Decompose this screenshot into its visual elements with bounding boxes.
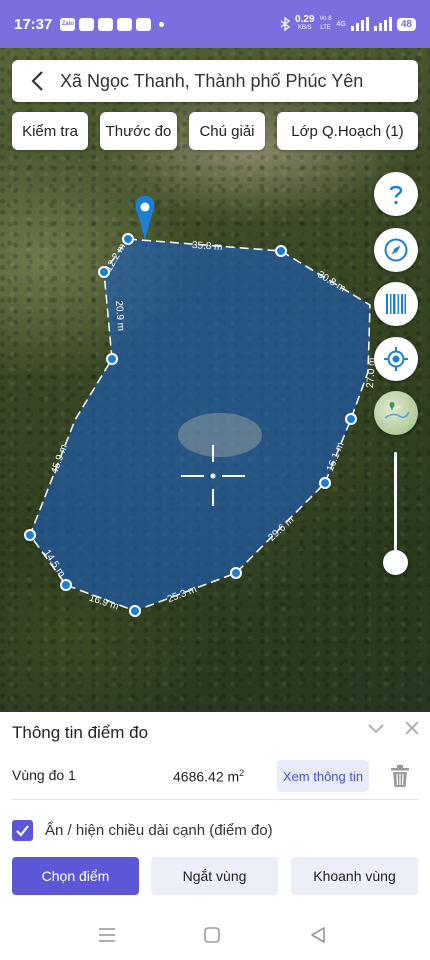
- status-time: 17:37: [14, 15, 53, 33]
- zalo-icon: Zalo: [60, 17, 76, 31]
- map-layer-button[interactable]: [374, 391, 418, 435]
- vertex-point[interactable]: [60, 579, 72, 591]
- page-title: Xã Ngọc Thanh, Thành phố Phúc Yên: [60, 70, 364, 91]
- vertex-point[interactable]: [345, 413, 357, 425]
- signal-icon: [373, 17, 392, 31]
- close-zone-button[interactable]: Khoanh vùng: [291, 857, 418, 895]
- zone-name: Vùng đo 1: [12, 767, 76, 783]
- check-button[interactable]: Kiểm tra: [12, 112, 88, 150]
- robot-icon: [98, 17, 114, 31]
- question-icon: [389, 185, 403, 205]
- system-navigation-bar: [0, 910, 430, 960]
- back-nav-icon[interactable]: [307, 924, 329, 946]
- vertex-point[interactable]: [122, 233, 134, 245]
- signal-icon: [350, 17, 369, 31]
- signal-type: 4G: [336, 20, 346, 28]
- barcode-button[interactable]: [374, 282, 418, 326]
- terrain-patch: [178, 413, 262, 457]
- location-title-bar: Xã Ngọc Thanh, Thành phố Phúc Yên: [12, 60, 418, 102]
- recent-apps-icon[interactable]: [96, 924, 118, 946]
- zone-area: 4686.42 m2: [173, 768, 245, 785]
- edge-length-label: 35.8 m: [192, 240, 223, 253]
- back-button[interactable]: [26, 70, 48, 92]
- vertex-point[interactable]: [275, 245, 287, 257]
- locate-me-button[interactable]: [374, 337, 418, 381]
- battery-icon: 48: [396, 17, 416, 31]
- edge-length-label: 20.9 m: [113, 300, 126, 331]
- pick-point-button[interactable]: Chọn điểm: [12, 857, 139, 895]
- network-type: Vo 8 LTE: [319, 16, 332, 31]
- opacity-slider-track[interactable]: [394, 452, 397, 562]
- map-layer-icon: [384, 402, 410, 419]
- panel-title: Thông tin điểm đo: [12, 723, 149, 742]
- vertex-point[interactable]: [129, 605, 141, 617]
- close-icon[interactable]: [402, 718, 422, 738]
- network-speed: 0.29 KB/S: [295, 14, 315, 32]
- vertex-point[interactable]: [24, 529, 36, 541]
- measure-button[interactable]: Thước đo: [100, 112, 177, 150]
- home-icon[interactable]: [201, 924, 223, 946]
- compass-icon: [384, 238, 408, 262]
- toggle-edge-length-checkbox[interactable]: [12, 820, 33, 841]
- help-button[interactable]: [374, 172, 418, 216]
- map-toolbar: Kiểm tra Thước đo Chú giải Lớp Q.Hoạch (…: [0, 112, 430, 150]
- barcode-icon: [386, 294, 406, 314]
- location-pin-icon[interactable]: [135, 196, 155, 240]
- gps-locate-icon: [384, 347, 408, 371]
- break-zone-button[interactable]: Ngắt vùng: [151, 857, 278, 895]
- bluetooth-icon: [280, 17, 291, 31]
- legend-button[interactable]: Chú giải: [189, 112, 265, 150]
- trash-icon[interactable]: [389, 764, 411, 788]
- vertex-point[interactable]: [106, 353, 118, 365]
- opacity-slider-thumb[interactable]: [383, 550, 408, 575]
- compass-button[interactable]: [374, 228, 418, 272]
- check-icon: [16, 825, 29, 837]
- status-bar: 17:37 Zalo 0.29 KB/S Vo 8 LTE 4G 48: [0, 0, 430, 48]
- panel-divider: [12, 799, 418, 800]
- messenger-icon: [79, 17, 95, 31]
- planning-layer-button[interactable]: Lớp Q.Hoạch (1): [277, 112, 418, 150]
- notification-dot-icon: [159, 21, 165, 27]
- toggle-edge-length-label[interactable]: Ẩn / hiện chiều dài cạnh (điểm đo): [45, 822, 273, 839]
- vertex-point[interactable]: [230, 567, 242, 579]
- youtube-icon: [136, 17, 152, 31]
- chat-icon: [117, 17, 133, 31]
- view-info-button[interactable]: Xem thông tin: [277, 760, 369, 792]
- satellite-map[interactable]: 35.8 m 30.8 m 27.0 m 16.1 m 29.6 m 25.3 …: [0, 0, 430, 712]
- chevron-left-icon: [31, 71, 43, 91]
- vertex-point[interactable]: [319, 477, 331, 489]
- chevron-down-icon[interactable]: [366, 718, 386, 738]
- measurement-overlay: 35.8 m 30.8 m 27.0 m 16.1 m 29.6 m 25.3 …: [24, 196, 378, 617]
